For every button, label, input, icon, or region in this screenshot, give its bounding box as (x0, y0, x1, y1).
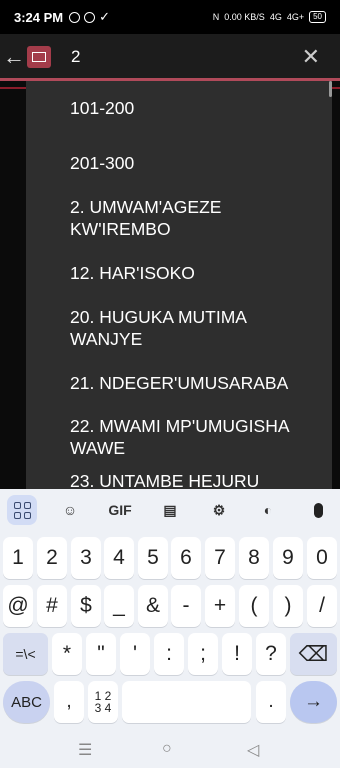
key-period[interactable]: . (256, 681, 286, 723)
key-dollar[interactable]: $ (71, 585, 101, 627)
whatsapp-icon (84, 11, 96, 23)
suggestion-item[interactable]: 12. HAR'ISOKO (70, 262, 310, 284)
clipboard-icon[interactable]: ▤ (155, 495, 185, 525)
key-3[interactable]: 3 (71, 537, 101, 579)
key-slash[interactable]: / (307, 585, 337, 627)
key-exclamation[interactable]: ! (222, 633, 252, 675)
suggestion-item[interactable]: 20. HUGUKA MUTIMA WANJYE (70, 306, 310, 350)
background-left (0, 81, 26, 489)
key-4[interactable]: 4 (104, 537, 134, 579)
search-input[interactable] (71, 47, 291, 67)
numpad-switch-key[interactable]: 1 2 3 4 (88, 681, 118, 723)
gif-button[interactable]: GIF (105, 495, 135, 525)
key-hash[interactable]: # (37, 585, 67, 627)
key-plus[interactable]: + (205, 585, 235, 627)
suggestion-item[interactable]: 22. MWAMI MP'UMUGISHA WAWE (70, 415, 310, 459)
key-9[interactable]: 9 (273, 537, 303, 579)
settings-gear-icon[interactable]: ⚙ (204, 495, 234, 525)
key-double-quote[interactable]: " (86, 633, 116, 675)
notification-icons: ✓ (69, 9, 110, 25)
key-asterisk[interactable]: * (52, 633, 82, 675)
key-2[interactable]: 2 (37, 537, 67, 579)
suggestion-item[interactable]: 2. UMWAM'AGEZE KW'IREMBO (70, 196, 310, 240)
key-minus[interactable]: - (171, 585, 201, 627)
abc-key[interactable]: ABC (3, 681, 50, 723)
key-open-paren[interactable]: ( (239, 585, 269, 627)
backspace-icon[interactable]: ⌫ (290, 633, 337, 675)
key-single-quote[interactable]: ' (120, 633, 150, 675)
suggestion-item[interactable]: 21. NDEGER'UMUSARABA (70, 372, 310, 394)
key-5[interactable]: 5 (138, 537, 168, 579)
app-logo-icon (27, 46, 51, 68)
numpad-label-bottom: 3 4 (94, 701, 112, 715)
key-1[interactable]: 1 (3, 537, 33, 579)
key-at[interactable]: @ (3, 585, 33, 627)
key-comma[interactable]: , (54, 681, 84, 723)
network-type: 4G (269, 12, 282, 22)
scrollbar[interactable] (329, 81, 332, 97)
notification-icon (69, 11, 81, 23)
suggestions-dropdown[interactable]: 101-200 201-300 2. UMWAM'AGEZE KW'IREMBO… (26, 81, 332, 489)
key-close-paren[interactable]: ) (273, 585, 303, 627)
background-right (332, 81, 340, 489)
keyboard-toolbar: ☺ GIF ▤ ⚙ ◐ (0, 489, 340, 531)
status-time: 3:24 PM (14, 9, 64, 25)
more-symbols-key[interactable]: =\< (3, 633, 48, 675)
sticker-icon[interactable]: ☺ (55, 495, 85, 525)
keyboard: ☺ GIF ▤ ⚙ ◐ 1 2 3 4 5 6 7 8 9 0 @ # $ _ … (0, 489, 340, 734)
suggestion-item[interactable]: 23. UNTAMBE HEJURU (70, 470, 310, 489)
key-8[interactable]: 8 (239, 537, 269, 579)
network-speed: 0.00 KB/S (224, 12, 265, 22)
status-bar: 3:24 PM ✓ N 0.00 KB/S 4G 4G+ 50 (0, 0, 340, 34)
download-done-icon: ✓ (99, 9, 111, 24)
microphone-icon[interactable] (303, 495, 333, 525)
navigation-bar: ☰ ○ ◁ (0, 734, 340, 768)
recents-icon[interactable]: ☰ (78, 740, 92, 760)
network-type-2: 4G+ (286, 12, 305, 22)
key-underscore[interactable]: _ (104, 585, 134, 627)
key-7[interactable]: 7 (205, 537, 235, 579)
key-colon[interactable]: : (154, 633, 184, 675)
key-question[interactable]: ? (256, 633, 286, 675)
key-semicolon[interactable]: ; (188, 633, 218, 675)
battery-icon: 50 (309, 11, 326, 23)
home-icon[interactable]: ○ (162, 740, 172, 758)
suggestion-item[interactable]: 101-200 (70, 97, 310, 119)
theme-palette-icon[interactable]: ◐ (253, 495, 283, 525)
apps-grid-icon[interactable] (7, 495, 37, 525)
suggestion-item[interactable]: 201-300 (70, 152, 310, 174)
enter-arrow-icon[interactable]: → (290, 681, 337, 723)
key-0[interactable]: 0 (307, 537, 337, 579)
back-arrow-icon[interactable]: ← (2, 44, 26, 70)
status-right: N 0.00 KB/S 4G 4G+ 50 (213, 11, 326, 23)
back-icon[interactable]: ◁ (247, 740, 259, 760)
nfc-icon: N (212, 12, 220, 22)
close-icon[interactable]: ✕ (302, 44, 320, 70)
search-bar: ← ✕ (0, 34, 340, 80)
key-ampersand[interactable]: & (138, 585, 168, 627)
space-bar[interactable] (122, 681, 251, 723)
key-6[interactable]: 6 (171, 537, 201, 579)
